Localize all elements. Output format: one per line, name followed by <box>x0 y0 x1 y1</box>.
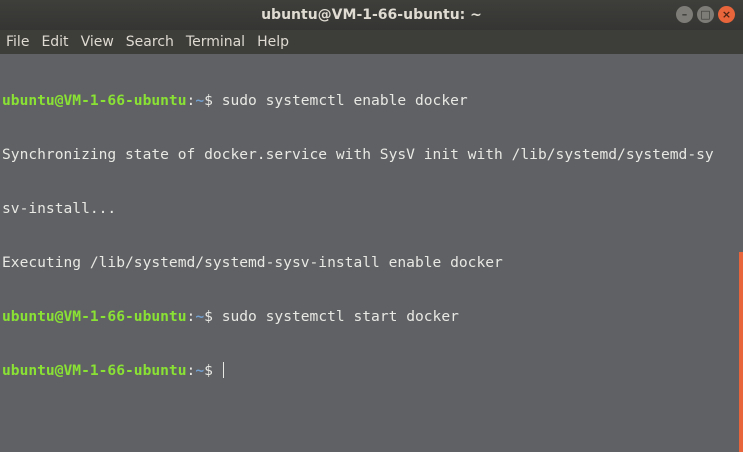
prompt-path: ~ <box>195 92 205 109</box>
output-text: Synchronizing state of docker.service wi… <box>2 146 714 163</box>
menu-edit[interactable]: Edit <box>35 30 74 54</box>
prompt-symbol: $ <box>204 362 222 379</box>
menu-search[interactable]: Search <box>120 30 180 54</box>
prompt-symbol: $ <box>204 92 222 109</box>
terminal-line: ubuntu@VM-1-66-ubuntu:~$ sudo systemctl … <box>0 308 743 326</box>
maximize-button[interactable]: □ <box>697 6 714 23</box>
output-text: Executing /lib/systemd/systemd-sysv-inst… <box>2 254 503 271</box>
menu-bar: File Edit View Search Terminal Help <box>0 30 743 54</box>
prompt-colon: : <box>186 92 196 109</box>
menu-file[interactable]: File <box>0 30 35 54</box>
close-button[interactable]: × <box>718 6 735 23</box>
terminal-line: Executing /lib/systemd/systemd-sysv-inst… <box>0 254 743 272</box>
command-text: sudo systemctl start docker <box>221 308 459 325</box>
prompt-colon: : <box>186 308 196 325</box>
window-title: ubuntu@VM-1-66-ubuntu: ~ <box>261 7 482 23</box>
terminal-line: sv-install... <box>0 200 743 218</box>
title-bar[interactable]: ubuntu@VM-1-66-ubuntu: ~ – □ × <box>0 0 743 30</box>
output-text: sv-install... <box>2 200 117 217</box>
prompt-user: ubuntu@VM-1-66-ubuntu <box>2 92 187 109</box>
prompt-path: ~ <box>195 308 205 325</box>
menu-view[interactable]: View <box>75 30 120 54</box>
command-text: sudo systemctl enable docker <box>221 92 468 109</box>
scrollbar[interactable] <box>739 252 743 452</box>
prompt-user: ubuntu@VM-1-66-ubuntu <box>2 308 187 325</box>
prompt-path: ~ <box>195 362 205 379</box>
terminal-line: ubuntu@VM-1-66-ubuntu:~$ sudo systemctl … <box>0 92 743 110</box>
window-controls: – □ × <box>676 6 735 23</box>
menu-help[interactable]: Help <box>251 30 295 54</box>
terminal-output[interactable]: ubuntu@VM-1-66-ubuntu:~$ sudo systemctl … <box>0 54 743 452</box>
terminal-window: ubuntu@VM-1-66-ubuntu: ~ – □ × File Edit… <box>0 0 743 452</box>
terminal-line: Synchronizing state of docker.service wi… <box>0 146 743 164</box>
prompt-user: ubuntu@VM-1-66-ubuntu <box>2 362 187 379</box>
prompt-colon: : <box>186 362 196 379</box>
terminal-line: ubuntu@VM-1-66-ubuntu:~$ <box>0 362 743 380</box>
prompt-symbol: $ <box>204 308 222 325</box>
menu-terminal[interactable]: Terminal <box>180 30 251 54</box>
minimize-button[interactable]: – <box>676 6 693 23</box>
text-cursor <box>222 362 224 378</box>
